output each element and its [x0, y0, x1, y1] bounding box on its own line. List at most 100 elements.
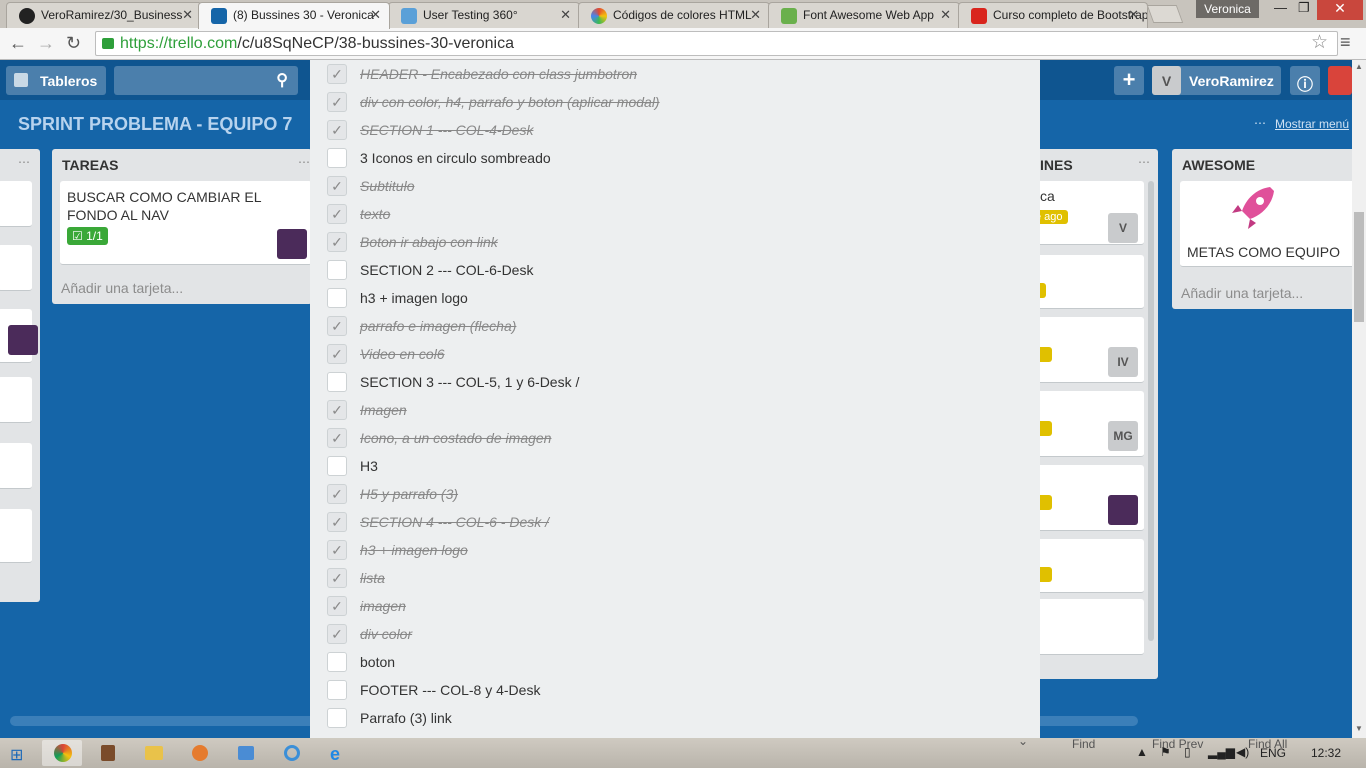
scroll-down-icon[interactable]: ▼: [1355, 724, 1363, 733]
checkbox[interactable]: ✓: [327, 120, 347, 140]
new-tab-button[interactable]: [1146, 5, 1184, 23]
flag-icon[interactable]: ⚑: [1160, 745, 1171, 759]
list-item[interactable]: MG: [1030, 391, 1144, 457]
app-taskbar-icon[interactable]: [180, 740, 220, 766]
checkbox[interactable]: ✓: [327, 484, 347, 504]
checkbox[interactable]: ✓: [327, 92, 347, 112]
page-scrollbar[interactable]: ▲ ▼: [1352, 60, 1366, 738]
window-taskbar-icon[interactable]: [226, 740, 266, 766]
list-item[interactable]: BUSCAR COMO CAMBIAR EL FONDO AL NAV ☑ 1/…: [60, 181, 312, 265]
info-icon[interactable]: ⓘ: [1290, 66, 1320, 95]
checkbox[interactable]: [327, 680, 347, 700]
close-tab-icon[interactable]: ✕: [750, 7, 761, 23]
checklist-item-text[interactable]: div color: [360, 626, 412, 642]
checkbox[interactable]: ✓: [327, 540, 347, 560]
checklist-item-text[interactable]: HEADER - Encabezado con class jumbotron: [360, 66, 637, 82]
close-window-icon[interactable]: ✕: [1317, 0, 1363, 20]
checkbox[interactable]: ✓: [327, 176, 347, 196]
list-title[interactable]: INES: [1040, 157, 1073, 173]
checkbox[interactable]: ✓: [327, 344, 347, 364]
explorer-taskbar-icon[interactable]: [134, 740, 174, 766]
checklist-item-text[interactable]: Imagen: [360, 402, 407, 418]
hamburger-menu-icon[interactable]: ≡: [1340, 32, 1351, 53]
checklist-item-text[interactable]: imagen: [360, 598, 406, 614]
battery-icon[interactable]: ▯: [1184, 745, 1191, 759]
checkbox[interactable]: ✓: [327, 64, 347, 84]
add-card-link[interactable]: Añadir una tarjeta...: [61, 280, 183, 296]
add-card-link[interactable]: Añadir una tarjeta...: [1181, 285, 1303, 301]
close-tab-icon[interactable]: ✕: [560, 7, 571, 23]
checkbox[interactable]: [327, 288, 347, 308]
close-tab-icon[interactable]: ✕: [940, 7, 951, 23]
chevron-down-icon[interactable]: ⌄: [1018, 734, 1028, 748]
tray-arrow-icon[interactable]: ▲: [1136, 745, 1148, 759]
clock[interactable]: 12:32: [1311, 746, 1341, 760]
list-menu-icon[interactable]: ⋯: [1138, 155, 1150, 169]
checklist-item-text[interactable]: 3 Iconos en circulo sombreado: [360, 150, 551, 166]
checklist-item-text[interactable]: Subtitulo: [360, 178, 414, 194]
chrome-taskbar-icon[interactable]: [42, 740, 82, 766]
list-item[interactable]: [1030, 599, 1144, 655]
list-menu-icon[interactable]: ⋯: [18, 155, 30, 169]
checklist-item-text[interactable]: SECTION 2 --- COL-6-Desk: [360, 262, 533, 278]
checkbox[interactable]: ✓: [327, 428, 347, 448]
forward-arrow-icon[interactable]: →: [37, 33, 55, 54]
checklist-item-text[interactable]: Parrafo (3) link: [360, 710, 452, 726]
checklist-item-text[interactable]: h3 + imagen logo: [360, 542, 468, 558]
checklist-item-text[interactable]: h3 + imagen logo: [360, 290, 468, 306]
maximize-icon[interactable]: ❐: [1298, 0, 1310, 16]
checklist-item-text[interactable]: boton: [360, 654, 395, 670]
list-item[interactable]: [0, 377, 32, 423]
notifications-bell-icon[interactable]: [1328, 66, 1352, 95]
minimize-icon[interactable]: —: [1274, 0, 1287, 15]
checkbox[interactable]: [327, 708, 347, 728]
signal-icon[interactable]: ▂▄▆: [1208, 745, 1235, 759]
list-title[interactable]: AWESOME: [1182, 157, 1255, 173]
list-title[interactable]: TAREAS: [62, 157, 119, 173]
app-taskbar-icon[interactable]: [88, 740, 128, 766]
tab-colores[interactable]: Códigos de colores HTML ✕: [578, 2, 770, 28]
checkbox[interactable]: ✓: [327, 232, 347, 252]
list-item[interactable]: [1030, 255, 1144, 309]
checkbox[interactable]: ✓: [327, 400, 347, 420]
board-title[interactable]: SPRINT PROBLEMA - EQUIPO 7: [18, 114, 292, 135]
checkbox[interactable]: [327, 260, 347, 280]
checkbox[interactable]: [327, 652, 347, 672]
list-item[interactable]: METAS COMO EQUIPO: [1180, 181, 1352, 267]
list-item[interactable]: [1030, 539, 1144, 593]
language-indicator[interactable]: ENG: [1260, 746, 1286, 760]
list-item[interactable]: [0, 443, 32, 489]
checklist-item-text[interactable]: parrafo e imagen (flecha): [360, 318, 516, 334]
windows-start-icon[interactable]: ⊞: [10, 745, 30, 764]
close-tab-icon[interactable]: ✕: [1128, 7, 1139, 23]
url-field[interactable]: https://trello.com/c/u8SqNeCP/38-bussine…: [95, 31, 1338, 56]
scrollbar-thumb[interactable]: [1354, 212, 1364, 322]
checklist-item-text[interactable]: lista: [360, 570, 385, 586]
list-scrollbar[interactable]: [1148, 181, 1154, 641]
show-menu-link[interactable]: Mostrar menú: [1275, 117, 1349, 131]
list-item[interactable]: ca e ago V: [1030, 181, 1144, 245]
search-input[interactable]: ⚲: [114, 66, 298, 95]
checklist-item-text[interactable]: SECTION 1 --- COL-4-Desk: [360, 122, 533, 138]
close-tab-icon[interactable]: ✕: [370, 7, 381, 23]
list-item[interactable]: [0, 181, 32, 227]
list-item[interactable]: [0, 309, 38, 363]
checklist-item-text[interactable]: H3: [360, 458, 378, 474]
tab-usertesting[interactable]: User Testing 360° ✕: [388, 2, 580, 28]
checkbox[interactable]: [327, 456, 347, 476]
profile-badge[interactable]: Veronica: [1196, 0, 1259, 18]
list-item[interactable]: IV: [1030, 317, 1144, 383]
boards-button[interactable]: Tableros: [6, 66, 106, 95]
checklist-item-text[interactable]: SECTION 4 --- COL-6 - Desk /: [360, 514, 549, 530]
list-item[interactable]: [1030, 465, 1144, 531]
checklist-item-text[interactable]: H5 y parrafo (3): [360, 486, 458, 502]
list-menu-icon[interactable]: ⋯: [298, 155, 310, 169]
checkbox[interactable]: ✓: [327, 568, 347, 588]
scroll-up-icon[interactable]: ▲: [1355, 62, 1363, 71]
checkbox[interactable]: [327, 148, 347, 168]
reload-icon[interactable]: ↻: [66, 33, 81, 54]
back-arrow-icon[interactable]: ←: [9, 33, 27, 54]
checkbox[interactable]: ✓: [327, 624, 347, 644]
tab-bootstrap[interactable]: Curso completo de Bootstrap ✕: [958, 2, 1148, 28]
member-menu[interactable]: V VeroRamirez: [1152, 66, 1281, 95]
